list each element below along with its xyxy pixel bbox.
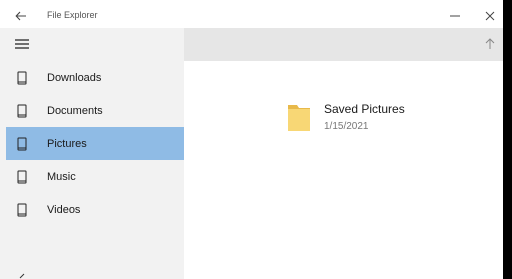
arrow-up-icon: [485, 38, 495, 49]
sidebar-item-videos[interactable]: Videos: [6, 193, 184, 226]
phone-icon: [17, 104, 27, 118]
sidebar-item-label: Videos: [47, 203, 81, 216]
close-button[interactable]: [479, 6, 501, 26]
close-icon: [485, 11, 495, 21]
sidebar-item-label: Downloads: [47, 71, 102, 84]
up-button[interactable]: [480, 34, 500, 54]
chevron-right-icon: [19, 273, 25, 279]
phone-icon: [17, 137, 27, 151]
minimize-button[interactable]: [444, 6, 466, 26]
menu-button[interactable]: [8, 32, 36, 56]
phone-icon: [17, 170, 27, 184]
folder-name: Saved Pictures: [324, 102, 405, 116]
content-pane: Saved Pictures 1/15/2021: [184, 61, 503, 279]
phone-icon: [17, 71, 27, 85]
sidebar-item-music[interactable]: Music: [6, 160, 184, 193]
hamburger-icon: [15, 39, 29, 49]
arrow-left-icon: [15, 11, 26, 21]
phone-icon: [17, 203, 27, 217]
toolbar: [184, 28, 503, 61]
file-explorer-window: File Explorer Downloads Documents Pictur…: [0, 0, 503, 279]
sidebar-item-label: Documents: [47, 104, 103, 117]
sidebar-item-pictures[interactable]: Pictures: [6, 127, 184, 160]
navigation-pane: Downloads Documents Pictures Music Video…: [0, 28, 184, 279]
sidebar-item-label: Music: [47, 170, 76, 183]
folder-item[interactable]: Saved Pictures 1/15/2021: [284, 99, 424, 139]
sidebar-item-documents[interactable]: Documents: [6, 94, 184, 127]
app-title: File Explorer: [47, 10, 98, 20]
sidebar-item-label: Pictures: [47, 137, 87, 150]
minimize-icon: [450, 15, 460, 17]
folder-icon: [288, 105, 310, 131]
back-button[interactable]: [10, 7, 32, 25]
sidebar-item-downloads[interactable]: Downloads: [6, 61, 184, 94]
folder-date: 1/15/2021: [324, 121, 369, 132]
